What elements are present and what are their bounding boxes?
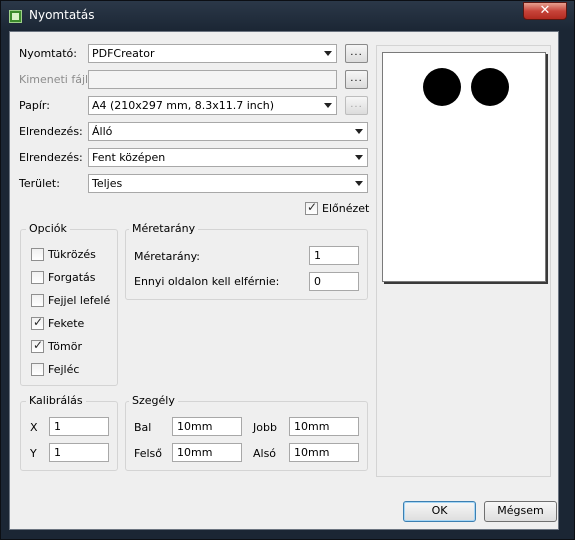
margin-right-label: Jobb [253,421,277,434]
chevron-down-icon [355,181,363,186]
margin-top-label: Felső [134,447,163,460]
preview-checkbox-label: Előnézet [322,202,370,215]
paper-label: Papír: [19,99,50,112]
placement-label: Elrendezés: [19,151,83,164]
margin-bottom-label: Alsó [253,447,277,460]
orientation-select-value: Álló [92,125,113,138]
calibration-y-label: Y [30,447,37,460]
margin-bottom-input[interactable]: 10mm [289,443,359,462]
scale-input[interactable]: 1 [309,246,359,265]
option-black-checkbox[interactable] [31,315,44,330]
printer-select[interactable]: PDFCreator [88,44,337,63]
margin-right-input[interactable]: 10mm [289,417,359,436]
margin-left-label: Bal [134,421,152,434]
preview-checkbox[interactable] [305,200,318,215]
margin-top-input[interactable]: 10mm [172,443,242,462]
close-button[interactable]: ✕ [523,2,567,20]
area-select-value: Teljes [92,177,123,190]
output-file-browse-button[interactable]: ... [345,70,368,89]
preview-dot [471,68,509,106]
orientation-label: Elrendezés: [19,125,83,138]
app-icon [9,10,22,23]
printer-select-value: PDFCreator [92,47,155,60]
output-file-field[interactable] [88,70,337,89]
title-bar[interactable]: Nyomtatás ✕ [1,1,574,31]
chevron-down-icon [324,51,332,56]
cancel-button[interactable]: Mégsem [484,501,557,522]
scale-group-title: Méretarány [129,222,199,235]
preview-page [382,52,546,282]
placement-select-value: Fent középen [92,151,166,164]
option-header-label: Fejléc [48,363,80,376]
ok-button[interactable]: OK [403,501,476,522]
output-file-label: Kimeneti fájl: [19,73,92,86]
paper-browse-button[interactable]: ... [345,96,368,115]
printer-label: Nyomtató: [19,47,77,60]
chevron-down-icon [324,103,332,108]
calibration-x-input[interactable]: 1 [49,417,109,436]
option-upside-down-checkbox[interactable] [31,294,44,307]
calibration-group-title: Kalibrálás [26,394,86,407]
option-solid-label: Tömör [48,340,82,353]
fit-pages-input[interactable]: 0 [309,272,359,291]
placement-select[interactable]: Fent középen [88,148,368,167]
printer-browse-button[interactable]: ... [345,44,368,63]
option-header-checkbox[interactable] [31,363,44,376]
area-label: Terület: [19,177,60,190]
option-rotate-checkbox[interactable] [31,271,44,284]
orientation-select[interactable]: Álló [88,122,368,141]
preview-dot [423,68,461,106]
calibration-x-label: X [30,421,38,434]
area-select[interactable]: Teljes [88,174,368,193]
margin-group-title: Szegély [129,394,178,407]
print-dialog-window: Nyomtatás ✕ Nyomtató: PDFCreator ... Kim… [0,0,575,540]
calibration-y-input[interactable]: 1 [49,443,109,462]
dialog-client-area: Nyomtató: PDFCreator ... Kimeneti fájl: … [9,31,559,530]
options-group-title: Opciók [26,222,70,235]
option-mirror-label: Tükrözés [48,248,96,261]
scale-label: Méretarány: [134,250,201,263]
option-mirror-checkbox[interactable] [31,248,44,261]
paper-select-value: A4 (210x297 mm, 8.3x11.7 inch) [92,99,275,112]
paper-select[interactable]: A4 (210x297 mm, 8.3x11.7 inch) [88,96,337,115]
margin-left-input[interactable]: 10mm [172,417,242,436]
option-solid-checkbox[interactable] [31,338,44,353]
fit-pages-label: Ennyi oldalon kell elférnie: [134,275,280,288]
option-upside-down-label: Fejjel lefelé [48,294,111,307]
chevron-down-icon [355,155,363,160]
option-black-label: Fekete [48,317,85,330]
window-title: Nyomtatás [29,8,95,22]
chevron-down-icon [355,129,363,134]
option-rotate-label: Forgatás [48,271,96,284]
